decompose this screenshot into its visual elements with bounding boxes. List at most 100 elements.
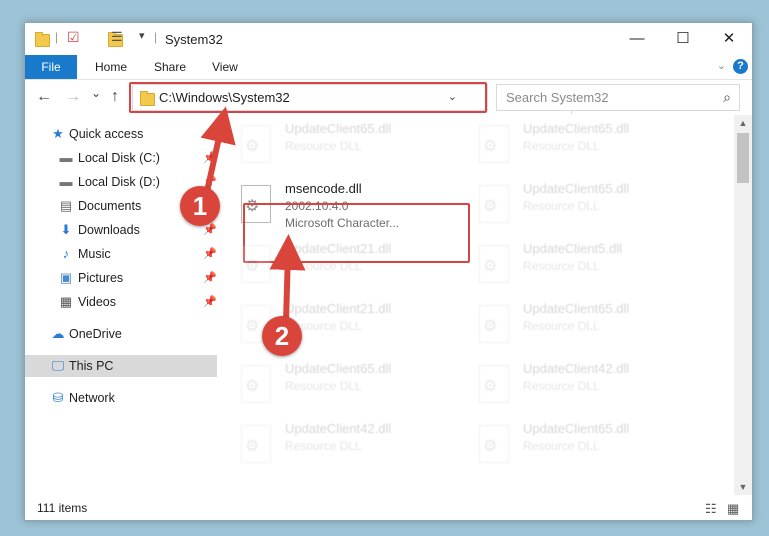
- customize-toolbar-icon[interactable]: ☰: [111, 29, 123, 45]
- dll-file-icon: [479, 365, 509, 403]
- file-item[interactable]: UpdateClient5.dll Resource DLL: [473, 239, 703, 289]
- dll-file-icon: [479, 125, 509, 163]
- properties-icon[interactable]: ☑: [67, 29, 80, 45]
- sidebar-item-network[interactable]: ⛁ Network: [25, 387, 217, 409]
- file-type: Resource DLL: [285, 439, 362, 453]
- file-item[interactable]: UpdateClient65.dll Resource DLL: [473, 419, 703, 469]
- file-item[interactable]: UpdateClient65.dll Resource DLL: [235, 359, 465, 409]
- tab-file[interactable]: File: [25, 55, 77, 79]
- address-highlight-box: [129, 82, 487, 113]
- file-type: Resource DLL: [523, 259, 600, 273]
- file-name: UpdateClient65.dll: [285, 121, 392, 136]
- scrollbar-thumb[interactable]: [737, 133, 749, 183]
- sidebar-item-onedrive[interactable]: ☁ OneDrive: [25, 323, 217, 345]
- dll-file-icon: [241, 365, 271, 403]
- network-icon: ⛁: [52, 390, 64, 405]
- close-button[interactable]: ✕: [706, 23, 752, 55]
- file-type: Resource DLL: [523, 319, 600, 333]
- file-item[interactable]: UpdateClient21.dll Resource DLL: [235, 239, 465, 289]
- file-item[interactable]: UpdateClient65.dll Resource DLL: [235, 119, 465, 169]
- sidebar-item-label: Network: [69, 391, 115, 405]
- navigation-bar: ← → ⌄ ↑ C:\Windows\System32 ⌄ ↻ Search S…: [25, 80, 752, 114]
- separator: |: [55, 30, 59, 44]
- expand-ribbon-icon[interactable]: ⌄: [717, 59, 726, 72]
- file-name: UpdateClient42.dll: [523, 361, 630, 376]
- file-type: Resource DLL: [285, 379, 362, 393]
- large-icons-view-icon[interactable]: ▦: [727, 501, 739, 517]
- sidebar-item-label: Music: [78, 247, 111, 261]
- back-button[interactable]: ←: [36, 88, 52, 106]
- tab-view[interactable]: View: [212, 55, 238, 79]
- sidebar-item-local-disk-c[interactable]: ▬ Local Disk (C:) 📌: [25, 147, 217, 169]
- scroll-down-icon[interactable]: ▼: [734, 482, 752, 492]
- pin-icon[interactable]: 📌: [203, 243, 217, 265]
- separator: |: [154, 30, 158, 44]
- sidebar-item-this-pc[interactable]: 🖵 This PC: [25, 355, 217, 377]
- explorer-window: | ☑ ☰ ▾ | System32 — ☐ ✕ File Home Share…: [24, 22, 753, 521]
- window-title: System32: [165, 32, 223, 47]
- item-count: 111 items: [37, 501, 88, 515]
- help-icon[interactable]: ?: [733, 59, 748, 74]
- cloud-icon: ☁: [51, 326, 65, 341]
- dll-file-icon: [479, 425, 509, 463]
- search-box[interactable]: Search System32 ⌕: [496, 84, 740, 111]
- maximize-button[interactable]: ☐: [660, 23, 706, 55]
- pin-icon[interactable]: 📌: [203, 291, 217, 313]
- scroll-up-icon[interactable]: ▲: [734, 118, 752, 128]
- sidebar-item-quick-access[interactable]: ★ Quick access: [25, 123, 217, 145]
- drive-icon: ▬: [59, 174, 73, 189]
- sidebar-item-label: Videos: [78, 295, 116, 309]
- file-item[interactable]: UpdateClient65.dll Resource DLL: [473, 179, 703, 229]
- minimize-button[interactable]: —: [614, 23, 660, 55]
- file-name: UpdateClient65.dll: [285, 361, 392, 376]
- file-item[interactable]: UpdateClient65.dll Resource DLL: [473, 299, 703, 349]
- file-name: msencode.dll: [285, 181, 362, 196]
- file-type: Resource DLL: [523, 439, 600, 453]
- file-type: Resource DLL: [523, 199, 600, 213]
- videos-icon: ▦: [59, 294, 73, 309]
- callout-badge-2: 2: [262, 316, 302, 356]
- file-item[interactable]: UpdateClient42.dll Resource DLL: [473, 359, 703, 409]
- qa-dropdown-icon[interactable]: ▾: [139, 29, 145, 45]
- dll-file-icon: [241, 125, 271, 163]
- file-name: UpdateClient65.dll: [523, 301, 630, 316]
- recent-locations-button[interactable]: ⌄: [91, 86, 101, 100]
- sidebar-item-label: Local Disk (D:): [78, 175, 160, 189]
- details-view-icon[interactable]: ☷: [705, 501, 717, 517]
- ribbon: File Home Share View ⌄ ?: [25, 55, 752, 80]
- pin-icon[interactable]: 📌: [203, 267, 217, 289]
- pin-icon[interactable]: 📌: [203, 147, 217, 169]
- status-bar: 111 items ☷ ▦: [25, 497, 752, 520]
- tab-share[interactable]: Share: [154, 55, 186, 79]
- file-name: UpdateClient21.dll: [285, 241, 392, 256]
- star-icon: ★: [52, 126, 64, 141]
- file-item[interactable]: UpdateClient42.dll Resource DLL: [235, 419, 465, 469]
- file-name: UpdateClient65.dll: [523, 121, 630, 136]
- sidebar-item-pictures[interactable]: ▣ Pictures 📌: [25, 267, 217, 289]
- sidebar-item-label: OneDrive: [69, 327, 122, 341]
- folder-icon: [35, 32, 50, 47]
- forward-button[interactable]: →: [65, 88, 81, 106]
- file-name: UpdateClient5.dll: [523, 241, 623, 256]
- title-bar: | ☑ ☰ ▾ | System32 — ☐ ✕: [25, 23, 752, 55]
- sidebar-item-videos[interactable]: ▦ Videos 📌: [25, 291, 217, 313]
- vertical-scrollbar[interactable]: ▲ ▼: [734, 115, 752, 495]
- file-name: UpdateClient65.dll: [523, 181, 630, 196]
- file-name: UpdateClient65.dll: [523, 421, 630, 436]
- music-icon: ♪: [62, 246, 70, 261]
- callout-badge-1: 1: [180, 186, 220, 226]
- documents-icon: ▤: [59, 198, 73, 213]
- sidebar-item-music[interactable]: ♪ Music 📌: [25, 243, 217, 265]
- dll-file-icon: [479, 245, 509, 283]
- file-item[interactable]: UpdateClient65.dll Resource DLL: [473, 119, 703, 169]
- tab-home[interactable]: Home: [95, 55, 127, 79]
- dll-file-icon: [241, 425, 271, 463]
- computer-icon: 🖵: [51, 358, 65, 373]
- dll-file-icon: [241, 245, 271, 283]
- sidebar-item-label: Quick access: [69, 127, 144, 141]
- sidebar-item-label: Downloads: [78, 223, 140, 237]
- search-icon[interactable]: ⌕: [723, 89, 731, 106]
- dll-file-icon: [479, 305, 509, 343]
- sidebar-item-label: Documents: [78, 199, 142, 213]
- up-button[interactable]: ↑: [111, 88, 119, 106]
